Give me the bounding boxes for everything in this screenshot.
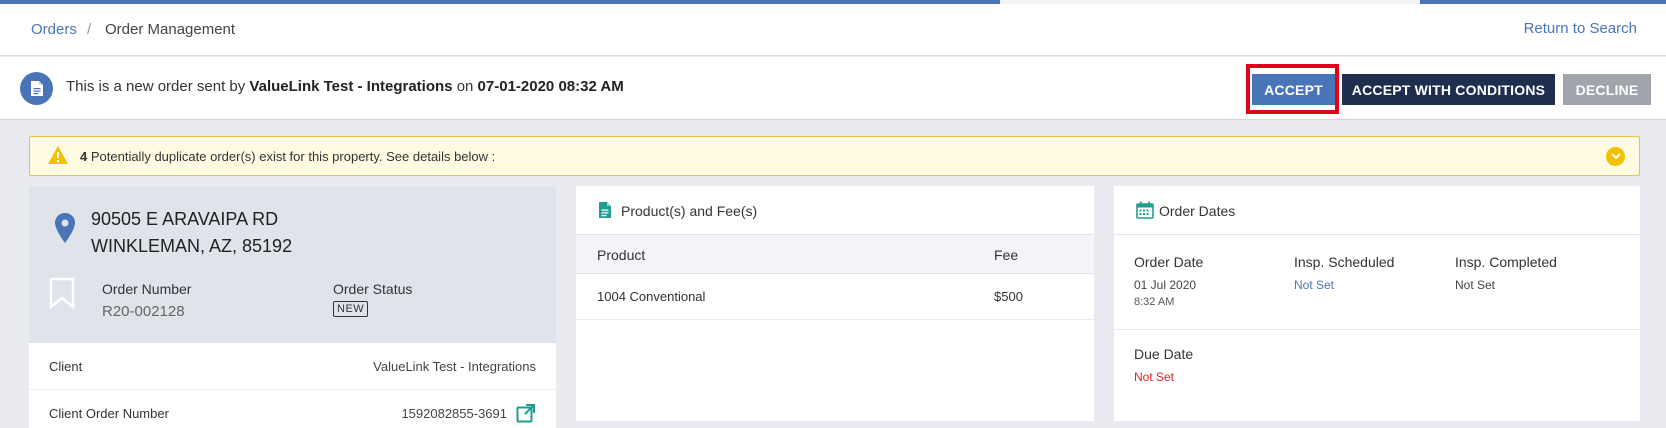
client-order-number-label: Client Order Number — [49, 406, 169, 421]
fee-column-header: Fee — [994, 247, 1019, 263]
breadcrumb: Orders / Order Management Return to Sear… — [0, 4, 1666, 56]
accept-with-conditions-button[interactable]: ACCEPT WITH CONDITIONS — [1342, 74, 1555, 105]
product-column-header: Product — [597, 247, 646, 263]
status-badge: NEW — [333, 301, 369, 317]
address-line-2: WINKLEMAN, AZ, 85192 — [91, 236, 293, 256]
property-card: 90505 E ARAVAIPA RD WINKLEMAN, AZ, 85192… — [29, 186, 556, 428]
dates-divider — [1114, 329, 1640, 330]
calendar-icon — [1136, 201, 1154, 222]
insp-completed-value: Not Set — [1455, 278, 1496, 292]
duplicate-count: 4 — [80, 149, 88, 164]
order-dates-card: Order Dates Order Date 01 Jul 2020 8:32 … — [1114, 186, 1640, 421]
return-to-search-link[interactable]: Return to Search — [1524, 20, 1637, 37]
warning-icon — [47, 145, 69, 168]
accept-button[interactable]: ACCEPT — [1252, 74, 1335, 105]
dates-card-header: Order Dates — [1114, 186, 1640, 235]
client-value: ValueLink Test - Integrations — [373, 359, 536, 374]
insp-scheduled-value[interactable]: Not Set — [1294, 278, 1334, 292]
duplicate-order-warning: 4 Potentially duplicate order(s) exist f… — [29, 136, 1640, 176]
order-time-value: 8:32 AM — [1134, 296, 1175, 308]
address-line-1: 90505 E ARAVAIPA RD — [91, 209, 279, 229]
product-fee: $500 — [994, 289, 1023, 304]
warning-message: Potentially duplicate order(s) exist for… — [90, 149, 496, 164]
order-status-label: Order Status — [333, 281, 413, 297]
insp-scheduled-label: Insp. Scheduled — [1294, 254, 1395, 270]
breadcrumb-orders-link[interactable]: Orders — [31, 21, 77, 38]
order-number-label: Order Number — [102, 281, 192, 297]
products-card-title: Product(s) and Fee(s) — [621, 203, 758, 219]
document-icon — [20, 72, 53, 105]
product-name: 1004 Conventional — [597, 289, 706, 304]
dates-card-title: Order Dates — [1159, 203, 1236, 219]
notice-datetime: 07-01-2020 08:32 AM — [477, 78, 624, 95]
insp-completed-label: Insp. Completed — [1455, 254, 1557, 270]
property-header: 90505 E ARAVAIPA RD WINKLEMAN, AZ, 85192… — [29, 186, 556, 343]
external-link-icon[interactable] — [516, 403, 536, 426]
products-card-header: Product(s) and Fee(s) — [576, 186, 1094, 235]
chevron-down-icon[interactable] — [1606, 147, 1625, 166]
products-table-header: Product Fee — [576, 235, 1094, 274]
property-row-client: Client ValueLink Test - Integrations — [29, 343, 556, 390]
order-date-value: 01 Jul 2020 — [1134, 278, 1197, 292]
breadcrumb-current: Order Management — [105, 21, 236, 38]
property-row-client-order-number: Client Order Number 1592082855-3691 — [29, 390, 556, 428]
file-icon — [598, 201, 612, 222]
order-number-value: R20-002128 — [102, 303, 185, 320]
due-date-value: Not Set — [1134, 370, 1175, 384]
products-fees-card: Product(s) and Fee(s) Product Fee 1004 C… — [576, 186, 1094, 421]
client-label: Client — [49, 359, 83, 374]
table-row: 1004 Conventional $500 — [576, 274, 1094, 320]
warning-text: 4 Potentially duplicate order(s) exist f… — [80, 149, 495, 164]
breadcrumb-separator: / — [87, 21, 92, 38]
notice-prefix: This is a new order sent by — [66, 78, 246, 95]
notice-on: on — [456, 78, 474, 95]
decline-button[interactable]: DECLINE — [1563, 74, 1651, 105]
new-order-notice: This is a new order sent by ValueLink Te… — [0, 57, 1666, 120]
notice-text: This is a new order sent by ValueLink Te… — [66, 78, 624, 95]
client-order-number-value: 1592082855-3691 — [401, 406, 507, 421]
due-date-label: Due Date — [1134, 346, 1194, 362]
bookmark-icon[interactable] — [49, 277, 75, 312]
notice-sender: ValueLink Test - Integrations — [249, 78, 453, 95]
order-date-label: Order Date — [1134, 254, 1204, 270]
map-pin-icon — [54, 212, 76, 247]
